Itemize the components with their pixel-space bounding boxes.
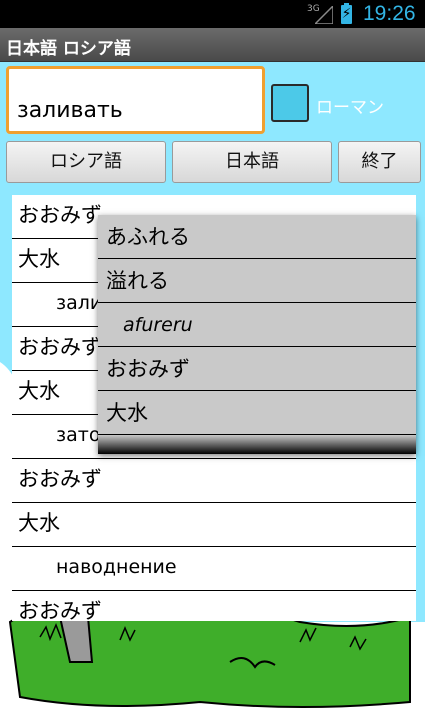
title-bar: 日本語 ロシア語 [0,28,425,62]
popup-item[interactable]: 溢れる [98,259,416,303]
popup-item[interactable]: あふれる [98,215,416,259]
popup-item[interactable]: afureru [98,303,416,347]
romaji-checkbox[interactable] [271,84,309,122]
search-input[interactable] [6,66,265,134]
exit-button[interactable]: 終了 [338,141,421,183]
romaji-label: ローマン [316,98,384,118]
result-row[interactable]: おおみず [12,591,416,621]
popup-fade [98,435,416,454]
result-row[interactable]: 大水 [12,503,416,547]
popup-item[interactable]: おおみず [98,347,416,391]
suggestion-popup[interactable]: あふれる 溢れる afureru おおみず 大水 [98,215,416,454]
clock: 19:26 [363,2,416,25]
status-bar: 3G ⚡ 19:26 [0,0,425,28]
russian-button[interactable]: ロシア語 [6,141,166,183]
japanese-button[interactable]: 日本語 [172,141,332,183]
popup-item[interactable]: 大水 [98,391,416,435]
charging-icon: ⚡ [341,6,352,22]
result-row[interactable]: おおみず [12,459,416,503]
signal-icon [315,6,333,24]
app-title: 日本語 ロシア語 [6,39,131,59]
result-row[interactable]: наводнение [12,547,416,591]
